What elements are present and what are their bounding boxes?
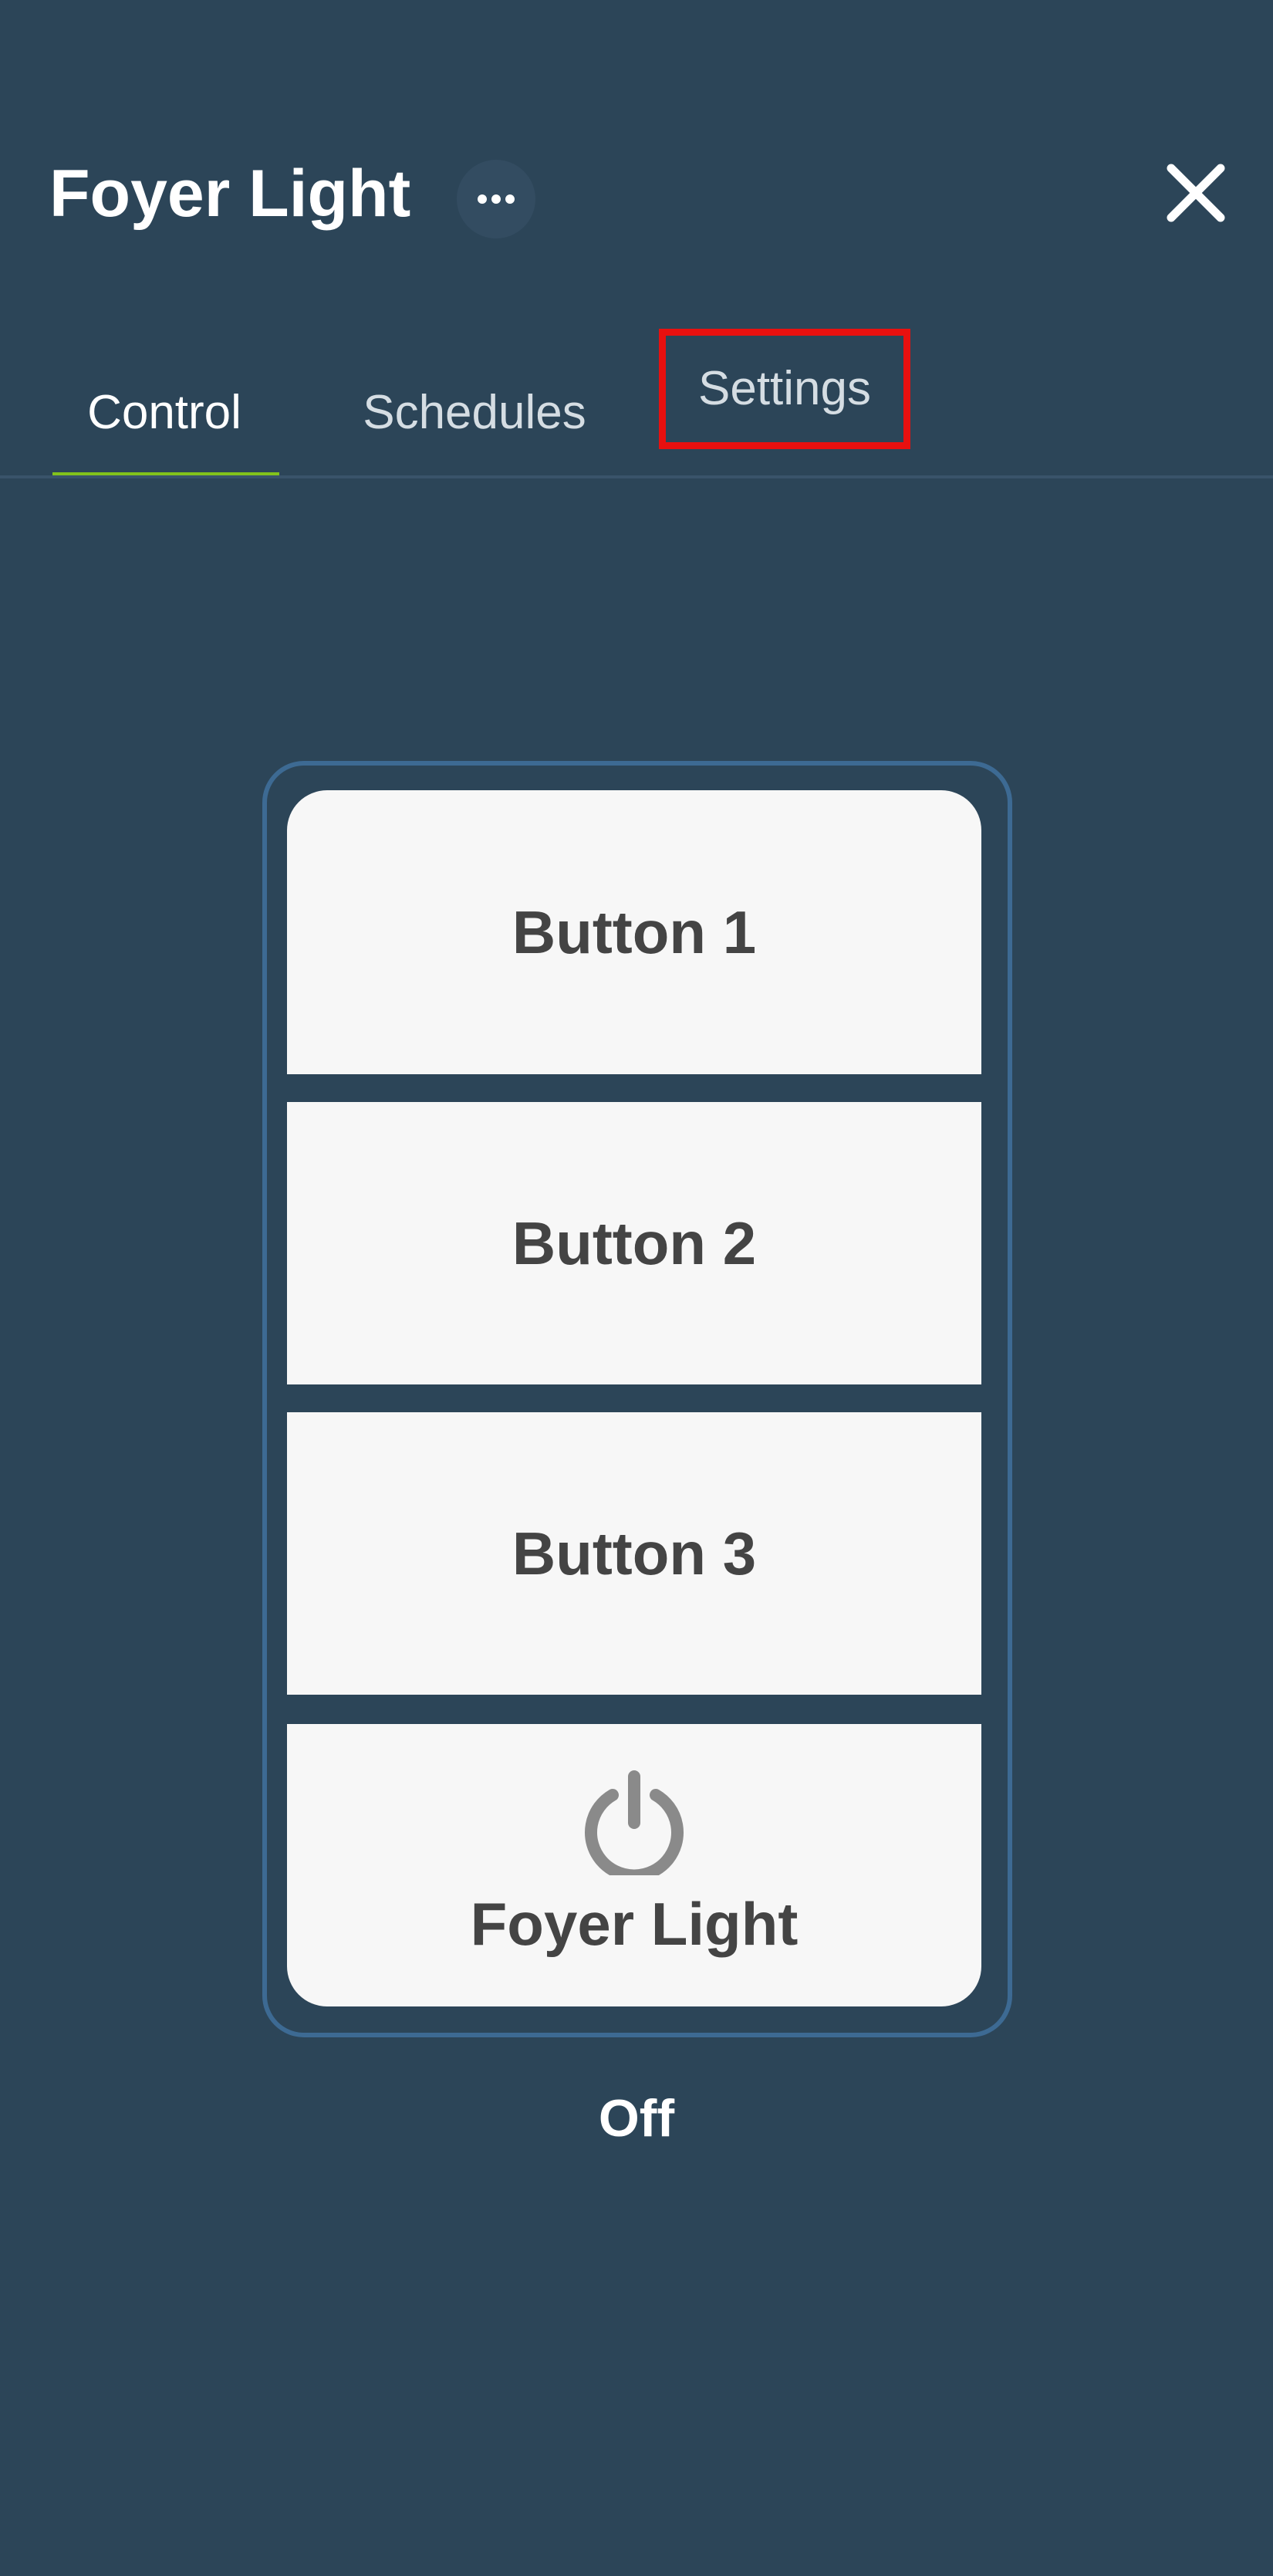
- page-title: Foyer Light: [49, 157, 411, 231]
- keypad-button-1-label: Button 1: [512, 898, 757, 966]
- tab-control[interactable]: Control: [52, 370, 276, 455]
- keypad-button-2-label: Button 2: [512, 1209, 757, 1277]
- tab-settings-label: Settings: [697, 362, 872, 415]
- power-button[interactable]: Foyer Light: [287, 1724, 981, 2006]
- close-button[interactable]: [1157, 154, 1234, 232]
- tab-schedules[interactable]: Schedules: [343, 370, 606, 455]
- keypad-button-3-label: Button 3: [512, 1519, 757, 1587]
- power-icon: [580, 1767, 688, 1875]
- keypad-button-3[interactable]: Button 3: [287, 1412, 981, 1695]
- more-horizontal-icon: [478, 194, 515, 204]
- tab-settings[interactable]: Settings: [659, 329, 910, 449]
- tab-divider: [0, 475, 1273, 478]
- keypad-button-1[interactable]: Button 1: [287, 790, 981, 1074]
- tab-bar: Control Schedules Settings: [0, 324, 1273, 478]
- more-options-button[interactable]: [457, 160, 535, 238]
- keypad-button-2[interactable]: Button 2: [287, 1102, 981, 1384]
- power-button-label: Foyer Light: [470, 1889, 799, 1958]
- close-icon: [1167, 164, 1225, 222]
- device-status: Off: [598, 2089, 675, 2148]
